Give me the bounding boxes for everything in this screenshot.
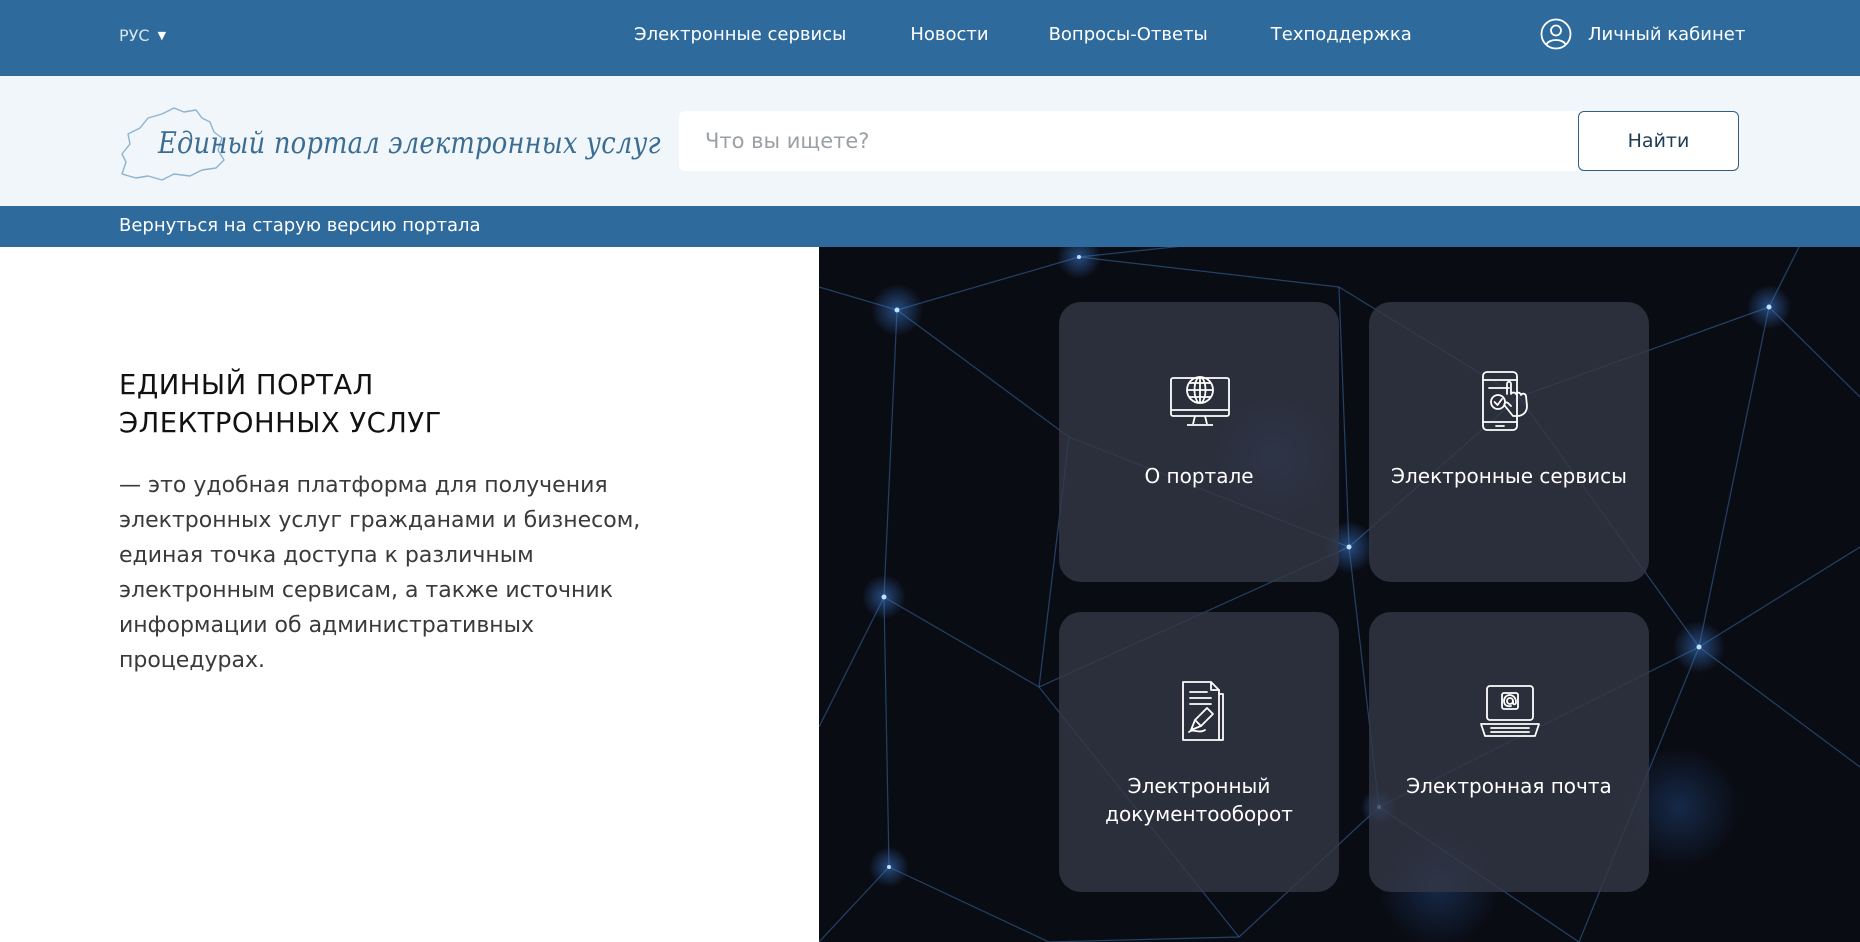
document-pen-icon [1182, 681, 1224, 741]
search-button[interactable]: Найти [1578, 111, 1739, 171]
tile-document-flow-label-line2: документооборот [1105, 802, 1293, 826]
chevron-down-icon: ▼ [157, 29, 167, 42]
tile-document-flow-label-line1: Электронный [1127, 774, 1271, 798]
intro-title-line2: ЭЛЕКТРОННЫХ УСЛУГ [119, 406, 442, 439]
portal-logo[interactable]: Единый портал электронных услуг [118, 104, 661, 184]
network-background [819, 247, 1860, 942]
nav-electronic-services[interactable]: Электронные сервисы [634, 24, 846, 45]
search-input[interactable] [679, 111, 1579, 171]
services-panel: О портале Электронные сервисы Электронны… [819, 247, 1860, 942]
cabinet-label: Личный кабинет [1588, 23, 1746, 45]
tile-electronic-services-label: Электронные сервисы [1391, 464, 1627, 488]
language-selector[interactable]: РУС ▼ [119, 26, 166, 45]
old-version-bar: Вернуться на старую версию портала [0, 206, 1860, 247]
tile-document-flow-label: Электронный документооборот [1059, 772, 1339, 828]
globe-monitor-icon [1170, 376, 1230, 426]
logo-text: Единый портал электронных услуг [158, 126, 661, 161]
personal-cabinet-link[interactable]: Личный кабинет [1540, 18, 1745, 50]
nav-support[interactable]: Техподдержка [1271, 24, 1412, 45]
main-nav: Электронные сервисы Новости Вопросы-Отве… [634, 24, 1412, 45]
intro-section: ЕДИНЫЙ ПОРТАЛ ЭЛЕКТРОННЫХ УСЛУГ — это уд… [119, 366, 679, 678]
language-label: РУС [119, 26, 150, 45]
laptop-mail-icon [1480, 685, 1540, 737]
tile-email[interactable]: Электронная почта [1369, 612, 1649, 892]
intro-title: ЕДИНЫЙ ПОРТАЛ ЭЛЕКТРОННЫХ УСЛУГ [119, 366, 668, 442]
user-icon [1540, 18, 1572, 50]
header: Единый портал электронных услуг Найти [0, 76, 1860, 206]
intro-title-line1: ЕДИНЫЙ ПОРТАЛ [119, 368, 374, 401]
tile-about-portal[interactable]: О портале [1059, 302, 1339, 582]
tile-email-label: Электронная почта [1406, 774, 1612, 798]
tile-about-portal-label: О портале [1144, 464, 1254, 488]
nav-news[interactable]: Новости [910, 24, 988, 45]
tile-electronic-services[interactable]: Электронные сервисы [1369, 302, 1649, 582]
phone-touch-icon [1482, 371, 1528, 431]
top-bar: РУС ▼ Электронные сервисы Новости Вопрос… [0, 0, 1860, 76]
tile-document-flow[interactable]: Электронный документооборот [1059, 612, 1339, 892]
intro-description: — это удобная платформа для получения эл… [119, 473, 641, 673]
old-version-link[interactable]: Вернуться на старую версию портала [119, 215, 481, 236]
nav-faq[interactable]: Вопросы-Ответы [1049, 24, 1208, 45]
